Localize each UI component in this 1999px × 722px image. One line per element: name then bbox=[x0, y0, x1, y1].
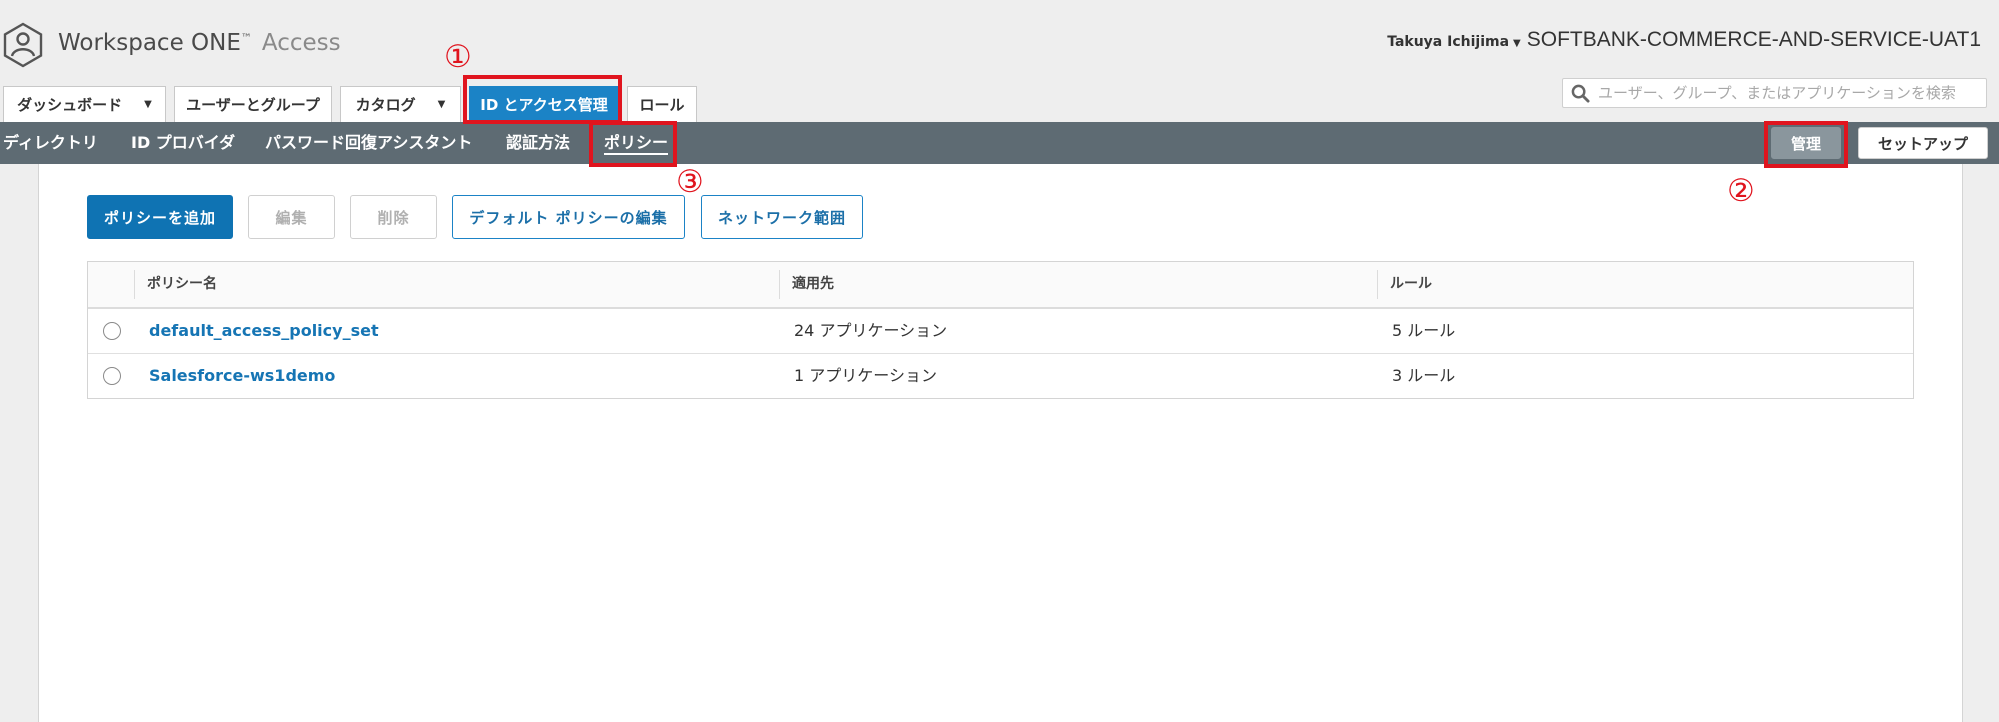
search-box bbox=[1562, 78, 1987, 108]
trademark: ™ bbox=[240, 31, 252, 45]
tab-label: カタログ bbox=[355, 96, 416, 114]
policy-table: ポリシー名 適用先 ルール default_access_policy_set … bbox=[87, 261, 1914, 399]
subnav-policies[interactable]: ポリシー bbox=[604, 122, 669, 164]
annotation-marker-1: ① bbox=[444, 39, 472, 75]
subnav-password-recovery[interactable]: パスワード回復アシスタント bbox=[265, 122, 472, 164]
tab-catalog[interactable]: カタログ ▼ bbox=[340, 86, 461, 122]
caret-down-icon: ▼ bbox=[144, 99, 152, 110]
brand-product: Access bbox=[261, 30, 341, 56]
row-radio[interactable] bbox=[103, 322, 121, 340]
search-input[interactable] bbox=[1596, 83, 1980, 103]
tab-identity-access[interactable]: ID とアクセス管理 bbox=[469, 86, 619, 122]
subnav-auth-methods[interactable]: 認証方法 bbox=[506, 122, 570, 164]
policy-name-link[interactable]: Salesforce-ws1demo bbox=[149, 354, 335, 398]
subnav-identity-providers[interactable]: ID プロバイダ bbox=[131, 122, 235, 164]
app-header: Workspace ONE™ Access Takuya Ichijima ▼ SOF… bbox=[0, 0, 1999, 122]
policy-name-link[interactable]: default_access_policy_set bbox=[149, 309, 379, 353]
table-row[interactable]: default_access_policy_set 24 アプリケーション 5 … bbox=[88, 309, 1913, 354]
edit-button[interactable]: 編集 bbox=[248, 195, 335, 239]
workspace-one-logo-icon[interactable] bbox=[2, 22, 44, 68]
tab-label: ダッシュボード bbox=[17, 96, 123, 114]
user-caret-down-icon[interactable]: ▼ bbox=[1513, 38, 1521, 49]
applies-to-cell: 1 アプリケーション bbox=[794, 366, 937, 385]
tab-label: ユーザーとグループ bbox=[186, 96, 320, 114]
table-row[interactable]: Salesforce-ws1demo 1 アプリケーション 3 ルール bbox=[88, 354, 1913, 398]
brand-name: Workspace ONE bbox=[58, 30, 241, 56]
network-range-button[interactable]: ネットワーク範囲 bbox=[701, 195, 863, 239]
annotation-marker-2: ② bbox=[1727, 173, 1755, 209]
tab-label: ID とアクセス管理 bbox=[480, 96, 608, 114]
table-header: ポリシー名 適用先 ルール bbox=[88, 262, 1913, 309]
content-panel: ポリシーを追加 編集 削除 デフォルト ポリシーの編集 ネットワーク範囲 ポリシ… bbox=[38, 164, 1963, 722]
manage-button[interactable]: 管理 bbox=[1771, 127, 1841, 159]
annotation-marker-3: ③ bbox=[676, 164, 704, 200]
tab-roles[interactable]: ロール bbox=[627, 86, 697, 122]
user-menu[interactable]: Takuya Ichijima bbox=[1387, 34, 1509, 50]
delete-button[interactable]: 削除 bbox=[350, 195, 437, 239]
tenant-name: SOFTBANK-COMMERCE-AND-SERVICE-UAT1 bbox=[1526, 28, 1981, 51]
column-header-applies-to[interactable]: 適用先 bbox=[779, 270, 1377, 299]
subnav-directory[interactable]: ディレクトリ bbox=[3, 122, 98, 164]
add-policy-button[interactable]: ポリシーを追加 bbox=[87, 195, 233, 239]
applies-to-cell: 24 アプリケーション bbox=[794, 321, 948, 340]
tab-users-groups[interactable]: ユーザーとグループ bbox=[174, 86, 332, 122]
tab-label: ロール bbox=[639, 96, 685, 114]
setup-button[interactable]: セットアップ bbox=[1858, 127, 1988, 159]
edit-default-policy-button[interactable]: デフォルト ポリシーの編集 bbox=[452, 195, 685, 239]
column-header-rules[interactable]: ルール bbox=[1377, 270, 1913, 299]
caret-down-icon: ▼ bbox=[437, 99, 446, 110]
tab-dashboard[interactable]: ダッシュボード ▼ bbox=[3, 86, 166, 122]
rules-cell: 5 ルール bbox=[1392, 321, 1456, 340]
column-header-policy-name[interactable]: ポリシー名 bbox=[134, 270, 824, 299]
row-radio[interactable] bbox=[103, 367, 121, 385]
app-brand: Workspace ONE™ Access bbox=[58, 30, 341, 56]
search-icon bbox=[1571, 84, 1590, 103]
sub-navigation: ディレクトリ ID プロバイダ パスワード回復アシスタント 認証方法 ポリシー … bbox=[0, 122, 1999, 164]
rules-cell: 3 ルール bbox=[1392, 366, 1456, 385]
user-area: Takuya Ichijima ▼ SOFTBANK-COMMERCE-AND-SE… bbox=[1387, 28, 1981, 52]
